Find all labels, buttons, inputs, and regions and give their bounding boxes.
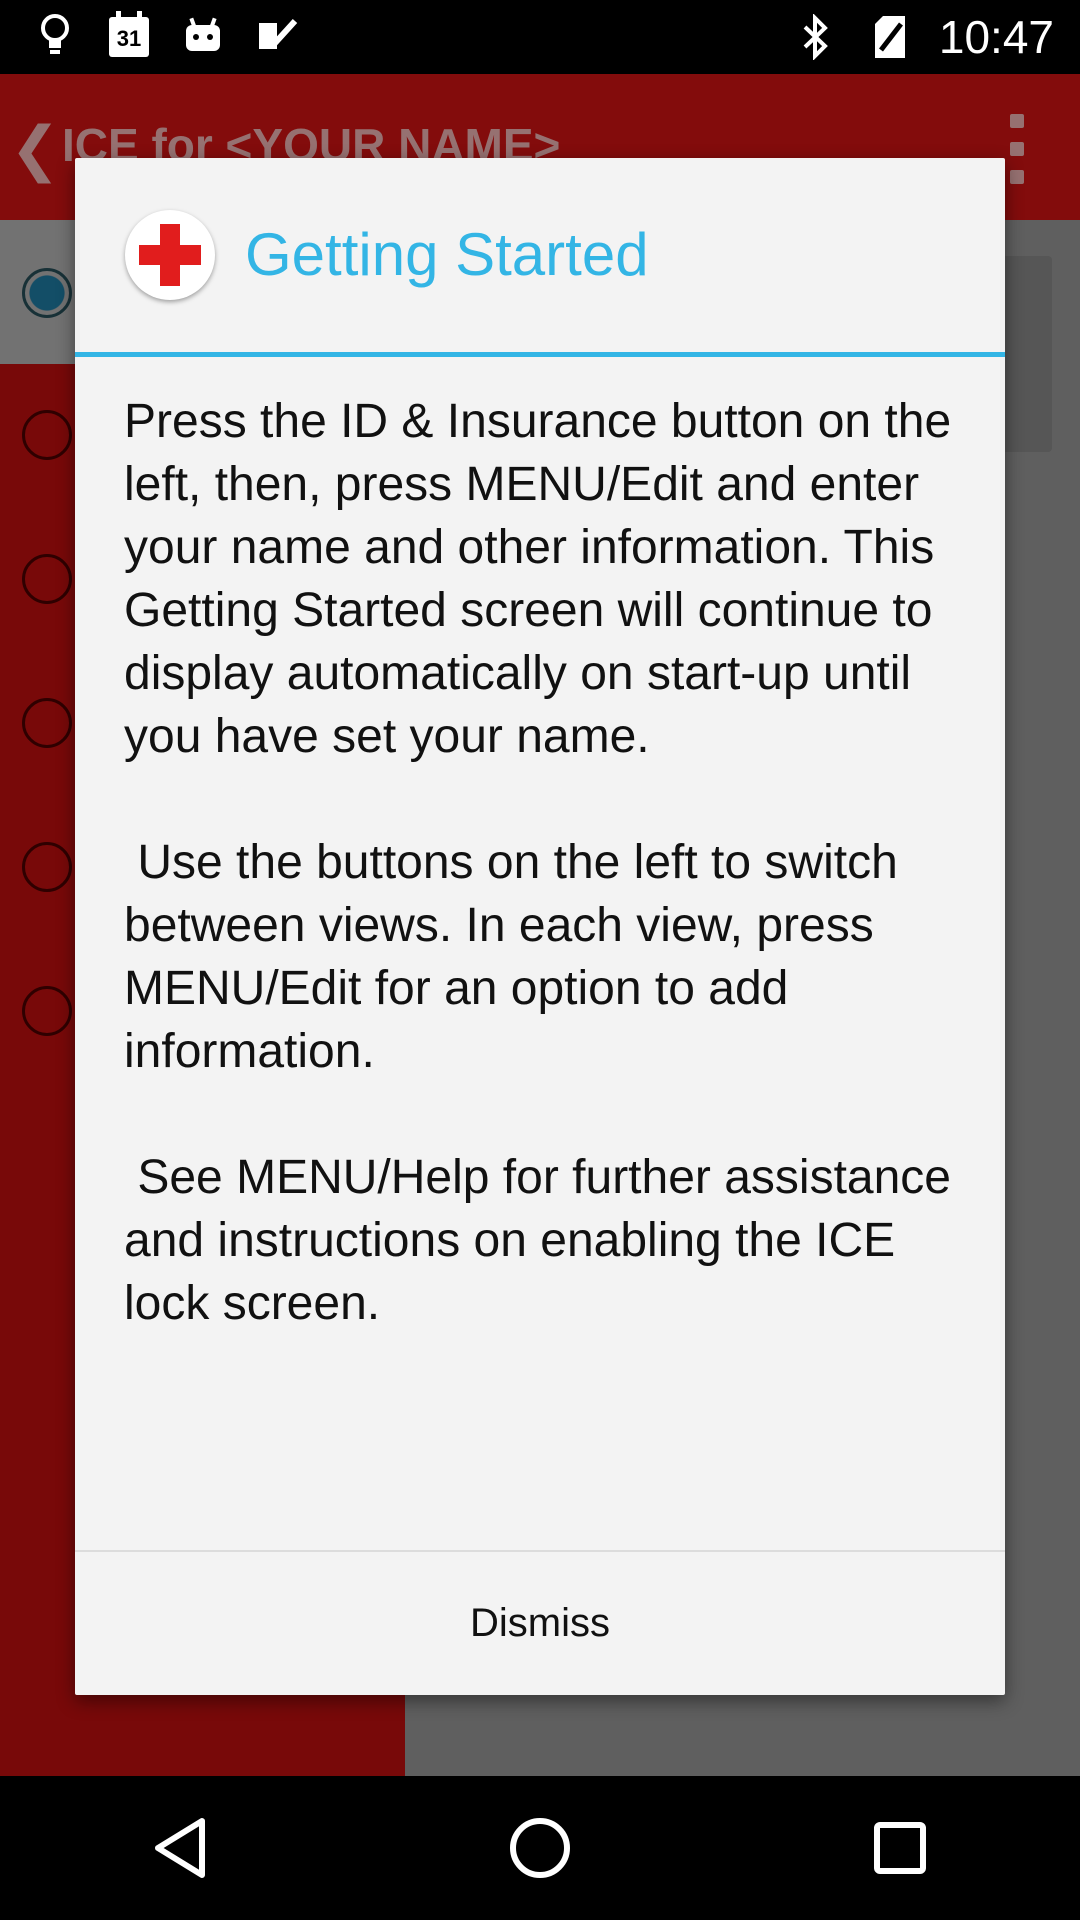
bulb-icon xyxy=(30,10,80,60)
calendar-icon: 31 xyxy=(104,10,154,60)
check-icon xyxy=(252,10,302,60)
dialog-message: Press the ID & Insurance button on the l… xyxy=(124,395,952,1330)
navigation-bar xyxy=(0,1776,1080,1920)
dismiss-button[interactable]: Dismiss xyxy=(75,1552,1005,1695)
recents-icon[interactable] xyxy=(840,1788,960,1908)
red-cross-icon xyxy=(125,210,215,300)
dialog-title: Getting Started xyxy=(245,221,649,288)
title-divider xyxy=(75,352,1005,357)
no-sim-icon xyxy=(865,12,915,62)
screen: 31 10:47 ❮ ICE for <YOUR NAME> Getting S… xyxy=(0,0,1080,1920)
status-time: 10:47 xyxy=(938,11,1054,63)
dialog-header: Getting Started xyxy=(75,158,1005,354)
home-icon[interactable] xyxy=(480,1788,600,1908)
status-bar: 31 10:47 xyxy=(0,0,1080,74)
calendar-day-text: 31 xyxy=(116,26,142,51)
getting-started-dialog: Getting Started Press the ID & Insurance… xyxy=(75,158,1005,1695)
bluetooth-icon xyxy=(791,12,841,62)
android-icon xyxy=(178,10,228,60)
back-icon[interactable] xyxy=(120,1788,240,1908)
